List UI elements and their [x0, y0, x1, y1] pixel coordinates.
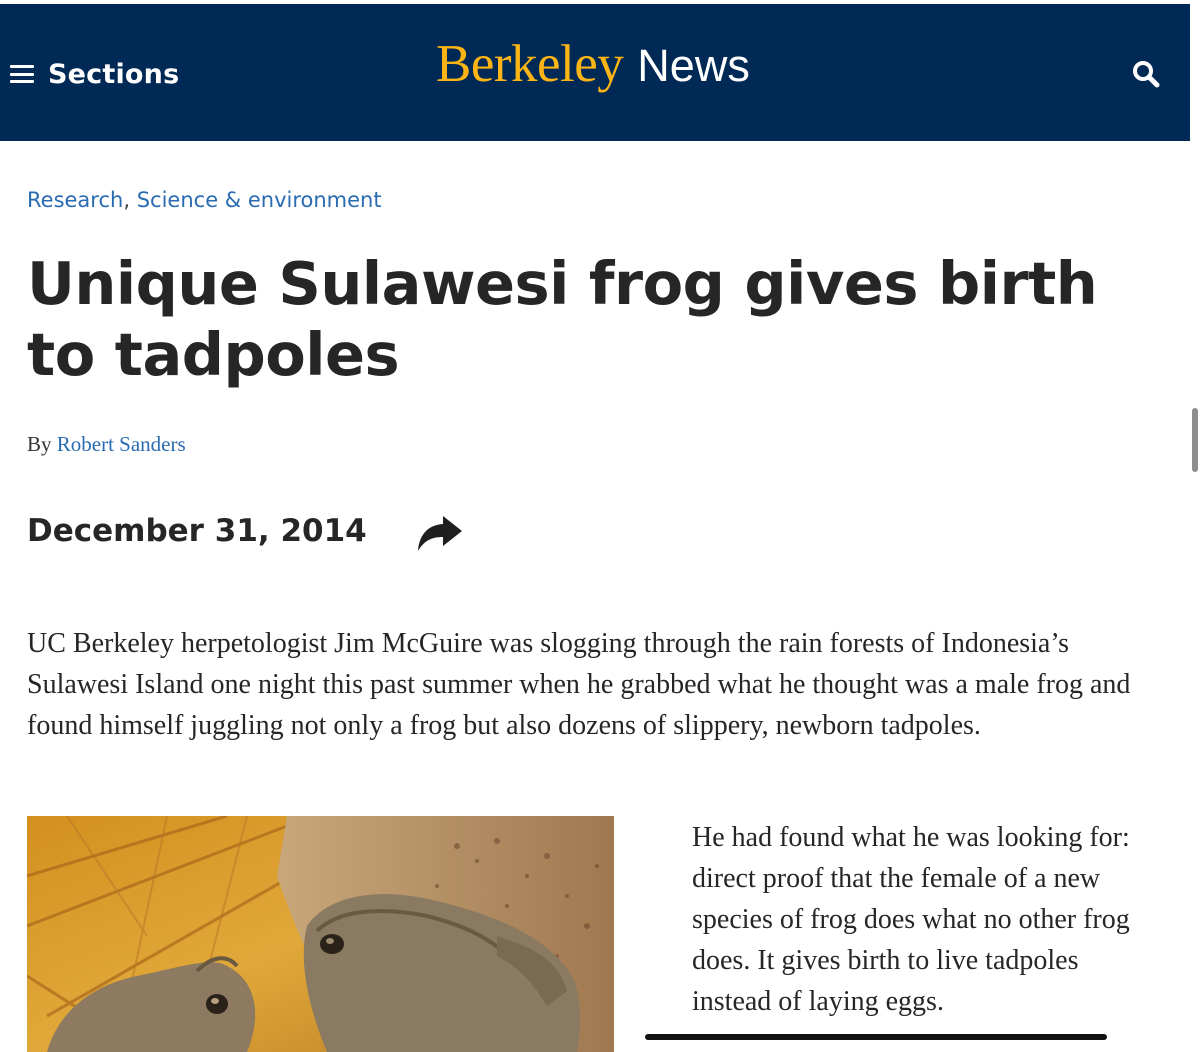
home-indicator[interactable] — [645, 1034, 1107, 1040]
publish-date: December 31, 2014 — [27, 513, 367, 549]
site-header: Sections Berkeley News — [0, 4, 1190, 141]
scrollbar-thumb[interactable] — [1192, 408, 1198, 472]
article-categories: Research, Science & environment — [27, 188, 382, 212]
search-button[interactable] — [1128, 56, 1164, 92]
share-button[interactable] — [413, 510, 465, 556]
article-title: Unique Sulawesi frog gives birth to tadp… — [27, 249, 1098, 389]
berkeley-news-logo[interactable]: Berkeley News — [436, 34, 750, 114]
frog-photo-image — [27, 816, 614, 1052]
author-link[interactable]: Robert Sanders — [57, 432, 186, 456]
sections-label: Sections — [48, 58, 180, 90]
frog-photo[interactable] — [27, 816, 614, 1052]
logo-news-wordmark: News — [637, 40, 750, 91]
category-separator: , — [123, 188, 131, 212]
byline-prefix: By — [27, 432, 52, 456]
hamburger-menu-icon — [10, 65, 34, 83]
search-icon — [1133, 61, 1160, 88]
article-paragraph-2: He had found what he was looking for: di… — [692, 822, 1130, 1017]
sections-menu-button[interactable]: Sections — [10, 54, 179, 94]
share-arrow-icon — [418, 516, 462, 551]
scroll-track — [1190, 0, 1200, 1052]
logo-berkeley-wordmark: Berkeley — [436, 35, 624, 93]
category-link-science-environment[interactable]: Science & environment — [137, 188, 382, 212]
byline: By Robert Sanders — [27, 432, 186, 457]
article-paragraph-1: UC Berkeley herpetologist Jim McGuire wa… — [27, 628, 1131, 741]
category-link-research[interactable]: Research — [27, 188, 123, 212]
